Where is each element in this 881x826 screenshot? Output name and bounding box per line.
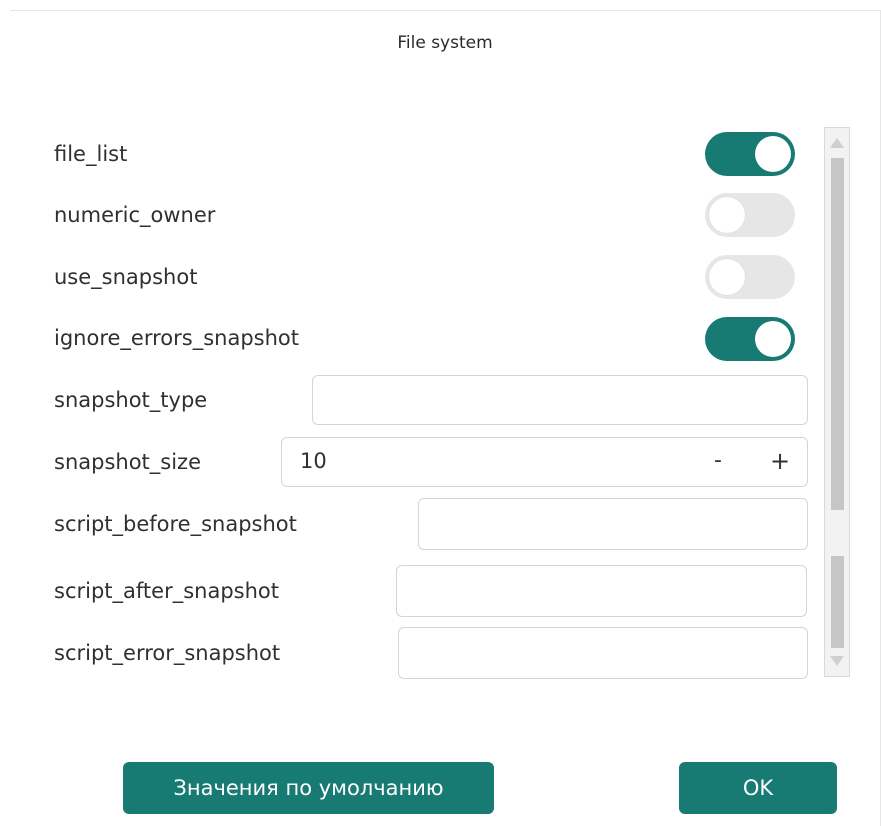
script-error-snapshot-input[interactable] <box>399 628 807 678</box>
settings-scrollbar[interactable] <box>824 127 850 677</box>
snapshot-size-label: snapshot_size <box>54 450 201 474</box>
decrement-button[interactable]: - <box>714 448 722 473</box>
toggle-knob <box>755 321 791 357</box>
snapshot-type-input[interactable] <box>313 376 807 424</box>
use-snapshot-toggle[interactable] <box>705 255 795 299</box>
scroll-thumb-lower[interactable] <box>831 556 844 648</box>
script-after-snapshot-field[interactable] <box>396 565 807 617</box>
scroll-up-icon[interactable] <box>830 138 844 148</box>
toggle-knob <box>709 259 745 295</box>
file-list-toggle[interactable] <box>705 132 795 176</box>
dialog-top-border <box>10 10 881 11</box>
script-error-snapshot-field[interactable] <box>398 627 808 679</box>
restore-defaults-button[interactable]: Значения по умолчанию <box>123 762 494 814</box>
snapshot-type-field[interactable] <box>312 375 808 425</box>
use-snapshot-label: use_snapshot <box>54 265 198 289</box>
snapshot-type-label: snapshot_type <box>54 388 208 412</box>
script-before-snapshot-label: script_before_snapshot <box>54 512 297 536</box>
script-before-snapshot-field[interactable] <box>418 498 808 550</box>
file-system-dialog: File system file_list numeric_owner use_… <box>0 0 881 826</box>
dialog-title: File system <box>397 33 493 53</box>
snapshot-size-value[interactable]: 10 <box>300 449 327 473</box>
script-after-snapshot-input[interactable] <box>397 566 806 616</box>
numeric-owner-label: numeric_owner <box>54 203 216 227</box>
script-after-snapshot-label: script_after_snapshot <box>54 579 279 603</box>
script-error-snapshot-label: script_error_snapshot <box>54 641 281 665</box>
increment-button[interactable]: + <box>770 447 790 475</box>
script-before-snapshot-input[interactable] <box>419 499 807 549</box>
ignore-errors-snapshot-toggle[interactable] <box>705 317 795 361</box>
ignore-errors-snapshot-label: ignore_errors_snapshot <box>54 326 299 350</box>
ok-button[interactable]: OK <box>679 762 837 814</box>
scroll-thumb[interactable] <box>831 158 844 510</box>
numeric-owner-toggle[interactable] <box>705 193 795 237</box>
toggle-knob <box>755 136 791 172</box>
scroll-down-icon[interactable] <box>830 656 844 666</box>
file-list-label: file_list <box>54 142 128 166</box>
snapshot-size-stepper[interactable]: 10 - + <box>281 437 808 487</box>
toggle-knob <box>709 197 745 233</box>
